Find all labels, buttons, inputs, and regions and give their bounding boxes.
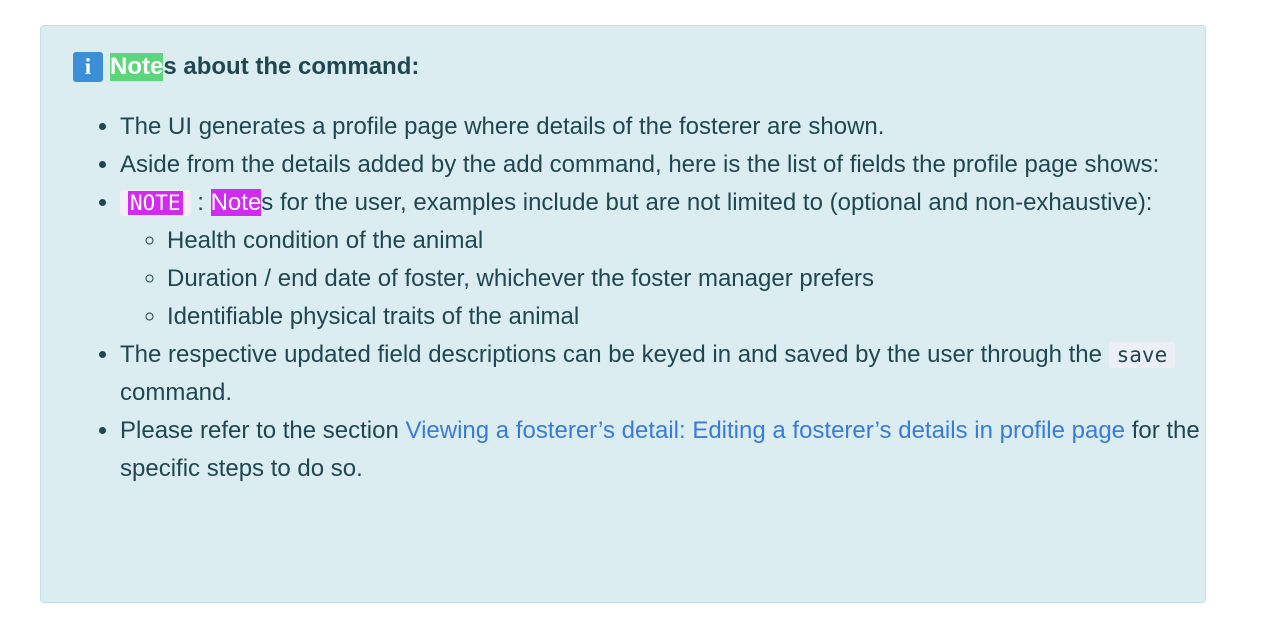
note-highlight: Note [210,189,262,216]
list-item-text: Aside from the details added by the add … [120,151,1160,178]
list-item: Aside from the details added by the add … [120,146,1200,184]
list-item-text: The UI generates a profile page where de… [120,113,885,140]
separator-text: : [190,189,211,216]
list-item-text: s for the user, examples include but are… [261,189,1153,216]
list-item-text: Please refer to the section [120,417,406,444]
list-item: Please refer to the section Viewing a fo… [120,412,1200,488]
sub-list-item: Duration / end date of foster, whichever… [167,260,1200,298]
info-callout: i Notes about the command: The UI genera… [40,25,1206,603]
note-code-highlight: NOTE [128,191,183,215]
sub-list-item-text: Duration / end date of foster, whichever… [167,265,875,292]
note-code: NOTE [120,190,191,216]
list-item-note-field: NOTE : Notes for the user, examples incl… [120,184,1200,336]
list-item-text: command. [120,379,233,406]
save-code: save [1108,342,1176,368]
sub-list-item-text: Identifiable physical traits of the anim… [167,303,580,330]
list-item: The UI generates a profile page where de… [120,108,1200,146]
note-examples-list: Health condition of the animal Duration … [120,222,1200,336]
sub-list-item-text: Health condition of the animal [167,227,484,254]
info-icon: i [73,52,103,82]
header-title: s about the command: [163,53,420,80]
sub-list-item: Identifiable physical traits of the anim… [167,298,1200,336]
list-item: The respective updated field description… [120,336,1200,412]
header-highlight: Note [110,53,164,81]
callout-header: i Note s about the command: [73,52,419,82]
list-item-text: The respective updated field description… [120,341,1109,368]
section-link[interactable]: Viewing a fosterer’s detail: Editing a f… [406,417,1126,444]
notes-list: The UI generates a profile page where de… [73,108,1200,488]
sub-list-item: Health condition of the animal [167,222,1200,260]
